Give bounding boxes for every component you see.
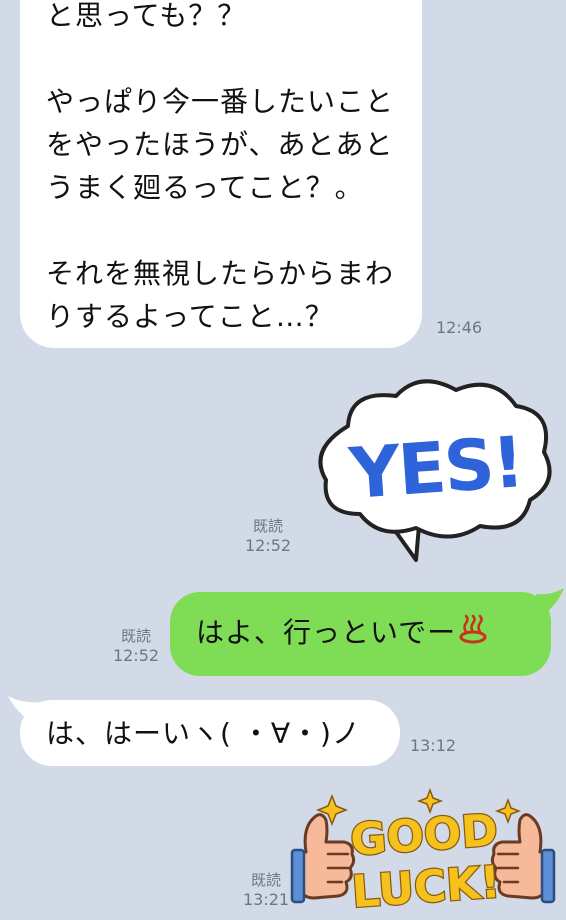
- incoming-message-bubble[interactable]: と思っても？？ やっぱり今一番したいことをやったほうが、あとあとうまく廻るってこ…: [20, 0, 422, 348]
- hot-spring-icon: [458, 614, 488, 655]
- bubble-tail: [536, 588, 564, 616]
- message-paragraph-3: それを無視したらからまわりするよってこと…？: [46, 257, 395, 333]
- message-timestamp: 13:12: [409, 736, 457, 755]
- message-text: は、はーいヽ( ・∀・)ノ: [46, 717, 361, 750]
- message-paragraph-2: やっぱり今一番したいことをやったほうが、あとあとうまく廻るってこと？。: [46, 85, 395, 204]
- message-text: と思っても？？ やっぱり今一番したいことをやったほうが、あとあとうまく廻るってこ…: [46, 0, 406, 338]
- thumbs-up-icon: [490, 813, 556, 904]
- read-receipt: 既読 13:21: [242, 871, 290, 909]
- message-paragraph-1: と思っても？？: [46, 0, 247, 32]
- outgoing-message-bubble[interactable]: はよ、行っといでー: [170, 592, 551, 676]
- good-luck-sticker[interactable]: GOOD LUCK!: [290, 787, 556, 920]
- thumbs-up-icon: [290, 813, 356, 904]
- message-timestamp: 12:46: [435, 318, 483, 337]
- good-luck-text-line1: GOOD: [349, 805, 500, 866]
- good-luck-text-line2: LUCK!: [350, 857, 502, 918]
- yes-sticker-text: YES!: [346, 421, 525, 515]
- incoming-message-bubble[interactable]: は、はーいヽ( ・∀・)ノ: [20, 700, 400, 766]
- message-text: はよ、行っといでー: [196, 613, 488, 655]
- sparkle-icon: [494, 797, 522, 825]
- yes-sticker[interactable]: YES!: [308, 368, 558, 568]
- read-receipt: 既読 12:52: [112, 627, 160, 665]
- read-receipt: 既読 12:52: [244, 517, 292, 555]
